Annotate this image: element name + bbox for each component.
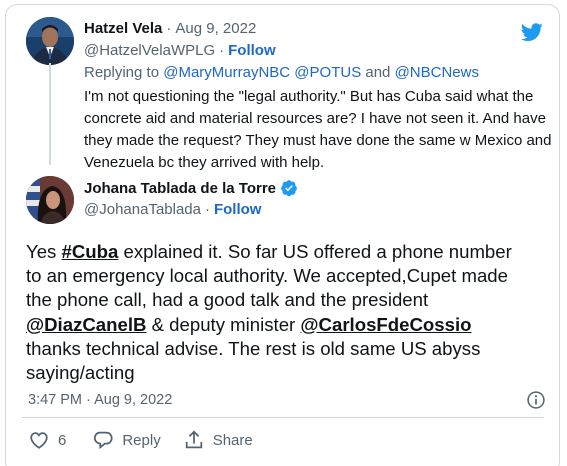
mention-link[interactable]: @POTUS	[294, 64, 361, 81]
like-button[interactable]: 6	[28, 429, 66, 451]
parent-handle-row: @HatzelVelaWPLG · Follow	[84, 42, 276, 59]
main-author-row: Johana Tablada de la Torre	[84, 179, 298, 197]
hashtag-link[interactable]: #Cuba	[62, 241, 119, 262]
heart-icon	[30, 432, 48, 449]
main-tweet-text: Yes #Cuba explained it. So far US offere…	[26, 240, 556, 385]
reply-bubble-icon	[94, 431, 113, 450]
tweet-timestamp[interactable]: 3:47 PM · Aug 9, 2022	[28, 392, 172, 408]
tweet-text-line: to an emergency local authority. We acce…	[26, 265, 508, 287]
mention-link[interactable]: @DiazCanelB	[26, 314, 146, 335]
tweet-text-line: concrete aid and material resources are?…	[84, 110, 546, 127]
tweet-actions: 6 Reply Share	[28, 429, 267, 451]
text-segment: Yes	[26, 241, 62, 262]
and-word: and	[365, 64, 391, 81]
tweet-text-line: I'm not questioning the "legal authority…	[84, 88, 534, 105]
author-display-name[interactable]: Hatzel Vela	[84, 20, 162, 37]
twitter-bird-icon[interactable]	[519, 21, 545, 43]
tweet-text-line: Venezuela bc they arrived with help.	[84, 154, 325, 171]
main-handle-row: @JohanaTablada · Follow	[84, 201, 261, 218]
tweet-text-line: they made the request? They must have do…	[84, 132, 552, 149]
tweet-text-line: @DiazCanelB & deputy minister @CarlosFde…	[26, 313, 556, 337]
separator-dot: ·	[219, 42, 225, 59]
mention-link[interactable]: @NBCNews	[395, 64, 479, 81]
share-label: Share	[212, 431, 253, 449]
reply-button[interactable]: Reply	[92, 429, 161, 451]
parent-tweet-text: I'm not questioning the "legal authority…	[84, 86, 554, 174]
reply-label: Reply	[122, 431, 161, 449]
avatar[interactable]	[26, 176, 74, 224]
share-icon	[185, 430, 202, 449]
tweet-date[interactable]: Aug 9, 2022	[175, 20, 256, 37]
text-segment: explained it. So far US offered a phone …	[118, 241, 512, 262]
divider	[22, 417, 544, 418]
author-handle[interactable]: @JohanaTablada	[84, 201, 201, 218]
replying-to-line: Replying to @MaryMurrayNBC @POTUS and @N…	[84, 64, 479, 81]
thread-connector	[49, 63, 51, 165]
author-handle[interactable]: @HatzelVelaWPLG	[84, 42, 215, 59]
tweet-text-line: Yes #Cuba explained it. So far US offere…	[26, 240, 556, 264]
mention-link[interactable]: @CarlosFdeCossio	[300, 314, 471, 335]
tweet-text-line: saying/acting	[26, 362, 135, 384]
follow-button[interactable]: Follow	[214, 201, 262, 218]
tweet-embed-card: Hatzel Vela · Aug 9, 2022 @HatzelVelaWPL…	[5, 4, 560, 466]
like-count: 6	[58, 431, 67, 449]
text-segment: & deputy minister	[146, 313, 301, 335]
tweet-text-line: thanks technical advise. The rest is old…	[26, 337, 481, 359]
avatar-photo	[26, 176, 74, 224]
share-button[interactable]: Share	[183, 429, 253, 451]
avatar[interactable]	[26, 17, 74, 65]
avatar-photo	[26, 17, 74, 65]
replying-prefix: Replying to	[84, 64, 160, 81]
tweet-text-line: the phone call, had a good talk and the …	[26, 289, 429, 311]
follow-button[interactable]: Follow	[228, 42, 276, 59]
mention-link[interactable]: @MaryMurrayNBC	[163, 64, 290, 81]
separator-dot: ·	[204, 201, 210, 218]
author-display-name[interactable]: Johana Tablada de la Torre	[84, 180, 276, 197]
verified-badge-icon	[281, 180, 297, 197]
parent-author-row: Hatzel Vela · Aug 9, 2022	[84, 20, 256, 37]
separator-dot: ·	[166, 20, 172, 37]
info-icon[interactable]	[526, 390, 546, 410]
